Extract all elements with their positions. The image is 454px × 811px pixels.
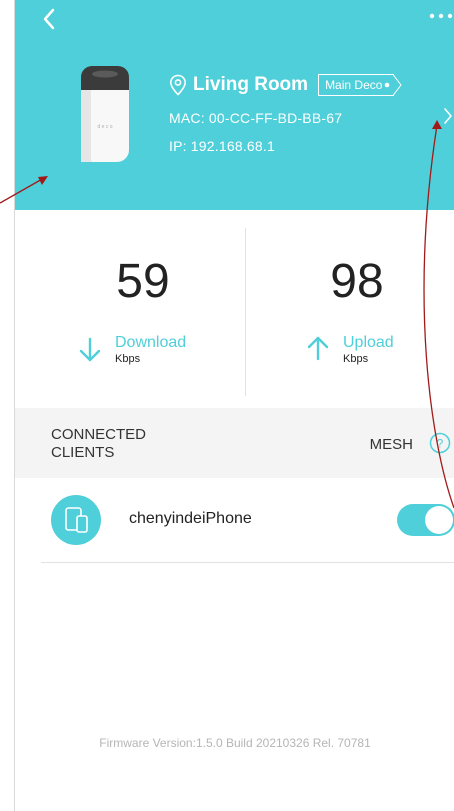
chevron-right-icon [444,108,452,124]
client-row[interactable]: chenyindeiPhone [41,478,454,563]
main-deco-badge: Main Deco [318,74,403,96]
device-ip: IP: 192.168.68.1 [169,138,275,154]
upload-unit: Kbps [343,353,369,365]
back-arrow-icon [43,8,55,30]
client-toggle[interactable] [397,504,454,536]
clients-title: CONNECTED CLIENTS [51,426,147,461]
firmware-version: Firmware Version:1.5.0 Build 20210326 Re… [99,736,371,750]
main-deco-badge-label: Main Deco [325,78,383,92]
device-location: Living Room [193,74,309,95]
device-detail-button[interactable] [441,104,454,128]
left-margin [0,0,14,811]
mesh-help-button[interactable]: ? [429,432,451,454]
download-speed-value: 59 [116,255,170,308]
client-avatar [51,495,101,545]
deco-device-image: d e c o [81,66,129,162]
toggle-knob [425,506,453,534]
badge-dot-icon [385,82,390,88]
device-header: d e c o Living Room Main Deco MAC: 00-CC… [15,0,454,210]
client-name: chenyindeiPhone [129,510,252,527]
svg-text:d e c o: d e c o [97,124,112,130]
upload-speed-value: 98 [330,255,384,308]
back-button[interactable] [39,4,65,34]
location-pin-icon [169,74,187,96]
upload-stat: Upload Kbps [305,334,394,365]
upload-arrow-icon [307,336,329,361]
phone-device-icon [65,507,88,533]
mesh-label: MESH [369,436,413,453]
stats-divider [245,228,246,396]
more-button[interactable] [415,6,454,26]
svg-text:?: ? [437,437,444,451]
speed-stats: 59 Download Kbps 98 Upload Kbps [15,210,454,400]
upload-label: Upload [343,334,394,351]
device-info: Living Room Main Deco MAC: 00-CC-FF-BD-B… [169,72,403,154]
device-mac: MAC: 00-CC-FF-BD-BB-67 [169,110,343,126]
download-unit: Kbps [115,353,141,365]
more-dots-icon [429,13,453,19]
clients-header: CONNECTED CLIENTS MESH ? [15,408,454,478]
download-stat: Download Kbps [77,334,186,365]
download-label: Download [115,334,187,351]
device-detail-screen: d e c o Living Room Main Deco MAC: 00-CC… [14,0,454,811]
help-icon: ? [429,432,451,454]
download-arrow-icon [79,337,101,362]
